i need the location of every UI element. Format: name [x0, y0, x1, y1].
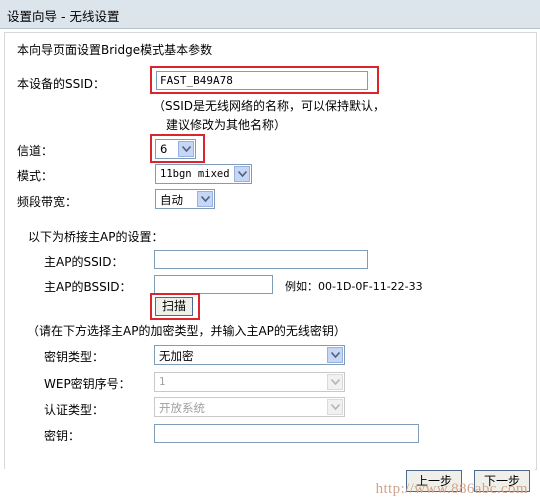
intro-text: 本向导页面设置Bridge模式基本参数: [17, 43, 213, 57]
key-type-label: 密钥类型：: [44, 350, 105, 364]
key-label: 密钥：: [44, 429, 81, 443]
chevron-down-icon[interactable]: [327, 399, 343, 415]
chevron-down-icon[interactable]: [234, 166, 250, 182]
wep-index-select[interactable]: 1: [154, 372, 345, 392]
wep-index-label: WEP密钥序号：: [44, 377, 131, 391]
ssid-hint-line2: 建议修改为其他名称）: [166, 118, 287, 132]
scan-button[interactable]: 扫描: [155, 297, 193, 316]
ssid-label: 本设备的SSID：: [17, 77, 106, 91]
bandwidth-label: 频段带宽：: [17, 195, 78, 209]
bridge-bssid-label: 主AP的BSSID：: [44, 280, 132, 294]
channel-select[interactable]: 6: [155, 139, 196, 159]
title-bar: 设置向导 - 无线设置: [0, 0, 540, 29]
auth-type-label: 认证类型：: [44, 403, 105, 417]
bridge-bssid-input[interactable]: [154, 275, 273, 294]
key-input[interactable]: [154, 424, 419, 443]
chevron-down-icon[interactable]: [327, 374, 343, 390]
bridge-ssid-label: 主AP的SSID：: [44, 255, 124, 269]
mode-select[interactable]: 11bgn mixed: [155, 164, 252, 184]
bandwidth-select[interactable]: 自动: [155, 189, 215, 209]
ssid-hint-line1: （SSID是无线网络的名称，可以保持默认，: [153, 99, 386, 113]
channel-label: 信道：: [17, 144, 54, 158]
ssid-input[interactable]: FAST_B49A78: [156, 71, 368, 90]
key-type-select[interactable]: 无加密: [154, 345, 345, 365]
bandwidth-value: 自动: [160, 193, 183, 207]
auth-type-value: 开放系统: [159, 401, 205, 415]
key-type-value: 无加密: [159, 349, 194, 363]
security-instruction: （请在下方选择主AP的加密类型，并输入主AP的无线密钥）: [27, 324, 346, 338]
bridge-ssid-input[interactable]: [154, 250, 368, 269]
wep-index-value: 1: [159, 376, 166, 388]
bssid-example: 例如：00-1D-0F-11-22-33: [285, 280, 423, 293]
chevron-down-icon[interactable]: [178, 141, 194, 157]
mode-value: 11bgn mixed: [160, 168, 230, 180]
bridge-section-title: 以下为桥接主AP的设置：: [28, 230, 164, 244]
watermark-text: http://www.886abc.com: [375, 481, 528, 497]
chevron-down-icon[interactable]: [197, 191, 213, 207]
mode-label: 模式：: [17, 169, 54, 183]
auth-type-select[interactable]: 开放系统: [154, 397, 345, 417]
channel-value: 6: [160, 142, 168, 156]
chevron-down-icon[interactable]: [327, 347, 343, 363]
page-title: 设置向导 - 无线设置: [7, 9, 120, 24]
